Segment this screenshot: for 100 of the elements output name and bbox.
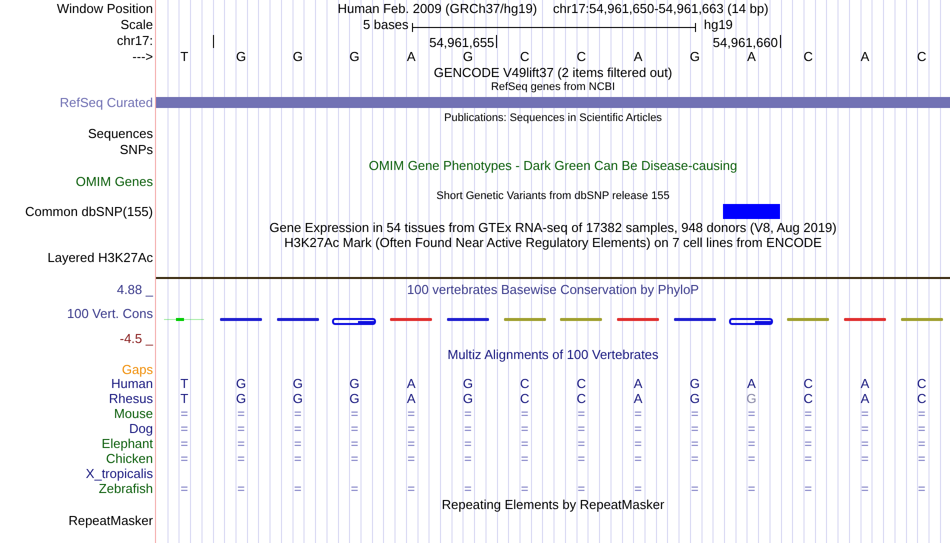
track-label[interactable]: RepeatMasker: [68, 514, 153, 526]
base-letter: G: [349, 50, 360, 63]
alignment-base: =: [634, 452, 642, 465]
track-label[interactable]: Common dbSNP(155): [25, 205, 153, 218]
alignment-base: =: [748, 407, 756, 420]
alignment-base: =: [634, 407, 642, 420]
alignment-base: =: [407, 407, 415, 420]
track-label[interactable]: 4.88 _: [116, 283, 153, 296]
alignment-base: G: [292, 392, 303, 405]
alignment-base: =: [464, 437, 472, 450]
alignment-base: G: [349, 392, 360, 405]
track-title: Multiz Alignments of 100 Vertebrates: [447, 348, 658, 360]
track-label[interactable]: 100 Vert. Cons: [67, 307, 153, 320]
alignment-base: C: [804, 377, 813, 390]
track-title: GENCODE V49lift37 (2 items filtered out): [434, 66, 672, 78]
alignment-base: =: [464, 407, 472, 420]
alignment-base: =: [350, 437, 358, 450]
track-label[interactable]: Layered H3K27Ac: [47, 251, 153, 264]
alignment-base: C: [916, 392, 926, 405]
track-label[interactable]: X_tropicalis: [86, 467, 153, 480]
alignment-base: G: [236, 392, 246, 405]
alignment-base: C: [804, 392, 813, 405]
track-label[interactable]: SNPs: [120, 142, 153, 156]
track-title: Gene Expression in 54 tissues from GTEx RNA-seq of 17382 samples, 948 donors (V8, Aug 2019): [269, 220, 837, 234]
base-letter: G: [292, 50, 303, 63]
base-letter: G: [690, 50, 700, 63]
alignment-base: =: [237, 437, 245, 450]
alignment-base: =: [237, 482, 245, 495]
coordinate-tick: [212, 35, 214, 48]
base-letter: G: [236, 50, 246, 63]
alignment-base: =: [578, 407, 586, 420]
alignment-base: =: [861, 422, 869, 435]
alignment-base: =: [350, 422, 358, 435]
track-label[interactable]: RefSeq Curated: [60, 96, 153, 108]
alignment-base: =: [520, 422, 528, 435]
alignment-base: A: [747, 377, 756, 390]
alignment-base: =: [350, 407, 358, 420]
alignment-base: G: [690, 377, 700, 390]
alignment-base: =: [520, 482, 528, 495]
coordinate-label: 54,961,660: [712, 36, 778, 49]
alignment-base: =: [804, 452, 812, 465]
alignment-base: =: [520, 437, 528, 450]
track-label[interactable]: Dog: [129, 422, 153, 435]
coordinate-label: 54,961,655: [429, 36, 494, 49]
alignment-base: =: [690, 437, 699, 450]
alignment-base: C: [916, 377, 926, 390]
alignment-base: C: [520, 377, 530, 390]
alignment-base: C: [576, 377, 586, 390]
alignment-base: =: [634, 437, 642, 450]
track-title: 100 vertebrates Basewise Conservation by PhyloP: [407, 283, 699, 296]
alignment-base: A: [406, 392, 416, 405]
track-label[interactable]: Human: [111, 377, 153, 390]
alignment-base: =: [748, 452, 756, 465]
alignment-base: =: [690, 422, 699, 435]
alignment-base: =: [350, 482, 358, 495]
alignment-base: =: [464, 482, 472, 495]
track-title: Publications: Sequences in Scientific Articles: [444, 112, 662, 124]
alignment-base: G: [349, 377, 360, 390]
coordinate-tick: [496, 35, 498, 48]
track-label[interactable]: Zebrafish: [98, 482, 153, 495]
alignment-base: =: [918, 452, 926, 465]
alignment-base: =: [237, 422, 245, 435]
alignment-base: =: [294, 407, 302, 420]
alignment-base: =: [634, 482, 642, 495]
alignment-base: =: [634, 422, 642, 435]
alignment-base: =: [407, 422, 415, 435]
base-letter: C: [916, 50, 926, 63]
alignment-base: =: [578, 482, 586, 495]
track-label[interactable]: Mouse: [114, 407, 153, 420]
scale-text: 5 bases: [362, 18, 408, 30]
base-letter: C: [576, 50, 586, 63]
alignment-base: =: [690, 452, 699, 465]
variant-block[interactable]: [723, 204, 780, 219]
alignment-base: =: [294, 437, 302, 450]
alignment-base: =: [918, 482, 926, 495]
alignment-base: =: [918, 422, 926, 435]
alignment-base: =: [294, 482, 302, 495]
alignment-base: G: [292, 377, 303, 390]
track-label[interactable]: Rhesus: [108, 392, 153, 405]
alignment-base: G: [236, 377, 246, 390]
assembly-text: Human Feb. 2009 (GRCh37/hg19): [338, 2, 538, 14]
alignment-base: A: [406, 377, 416, 390]
alignment-base: =: [578, 422, 586, 435]
track-label[interactable]: Chicken: [106, 452, 153, 465]
track-label[interactable]: Elephant: [102, 437, 153, 450]
track-label[interactable]: -4.5 _: [120, 332, 153, 344]
base-letter: C: [520, 50, 530, 63]
alignment-base: =: [861, 452, 869, 465]
track-label[interactable]: Sequences: [88, 127, 153, 140]
row-label: --->: [132, 50, 153, 63]
track-title: Short Genetic Variants from dbSNP release 155: [436, 191, 670, 202]
alignment-base: =: [237, 452, 245, 465]
base-letter: A: [634, 50, 642, 63]
alignment-base: =: [748, 482, 756, 495]
assembly-name: hg19: [704, 18, 733, 30]
alignment-base: =: [180, 482, 188, 495]
track-label[interactable]: OMIM Genes: [76, 175, 153, 188]
alignment-base: =: [804, 407, 812, 420]
coordinate-tick: [780, 35, 781, 48]
alignment-base: =: [237, 407, 245, 420]
